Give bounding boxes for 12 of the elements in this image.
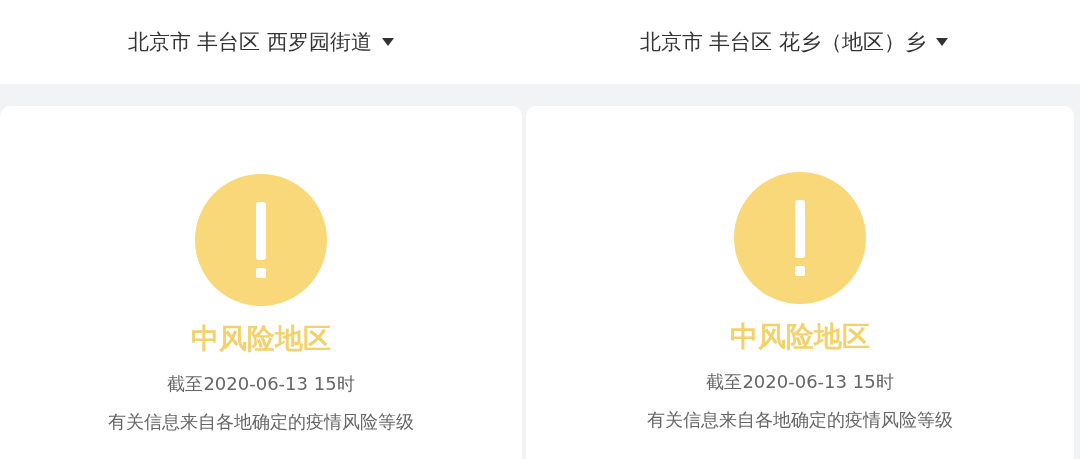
warning-icon xyxy=(734,172,866,304)
source-note: 有关信息来自各地确定的疫情风险等级 xyxy=(647,408,953,432)
location-selector[interactable]: 北京市 丰台区 西罗园街道 xyxy=(0,0,522,84)
caret-icon xyxy=(936,38,949,46)
risk-level: 中风险地区 xyxy=(730,319,870,355)
update-time: 截至2020-06-13 15时 xyxy=(706,370,894,394)
update-time: 截至2020-06-13 15时 xyxy=(167,372,355,396)
warning-icon xyxy=(195,174,327,306)
risk-level: 中风险地区 xyxy=(191,321,331,357)
caret-icon xyxy=(382,38,395,46)
source-note: 有关信息来自各地确定的疫情风险等级 xyxy=(108,410,414,434)
location-selector[interactable]: 北京市 丰台区 花乡（地区）乡 xyxy=(522,0,1080,84)
